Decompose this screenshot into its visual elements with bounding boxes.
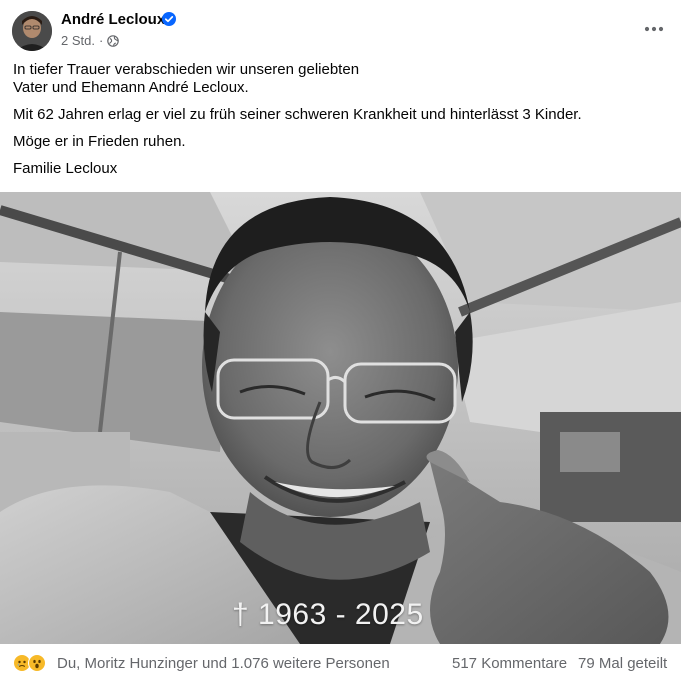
post-photo[interactable] bbox=[0, 192, 681, 644]
post-message: In tiefer Trauer verabschieden wir unser… bbox=[13, 61, 668, 187]
post-paragraph-1: In tiefer Trauer verabschieden wir unser… bbox=[13, 61, 360, 96]
verified-badge-icon bbox=[162, 12, 176, 26]
post-footer: Du, Moritz Hunzinger und 1.076 weitere P… bbox=[0, 644, 681, 680]
post-paragraph-3: Möge er in Frieden ruhen. bbox=[13, 133, 186, 150]
wow-reaction-icon bbox=[28, 654, 46, 672]
post-card: André Lecloux 2 Std. · In tiefer Trauer … bbox=[0, 0, 681, 680]
post-meta: 2 Std. · bbox=[61, 33, 120, 48]
portrait-photo bbox=[0, 192, 681, 644]
post-paragraph-4: Familie Lecloux bbox=[13, 160, 118, 177]
reaction-summary[interactable]: Du, Moritz Hunzinger und 1.076 weitere P… bbox=[57, 655, 390, 672]
globe-icon[interactable] bbox=[107, 34, 120, 47]
reaction-icons[interactable] bbox=[13, 654, 46, 672]
author-avatar[interactable] bbox=[12, 11, 52, 51]
shares-count-link[interactable]: 79 Mal geteilt bbox=[578, 655, 667, 672]
post-header: André Lecloux 2 Std. · bbox=[0, 0, 681, 58]
author-name[interactable]: André Lecloux bbox=[61, 11, 165, 28]
more-horizontal-icon bbox=[644, 26, 664, 32]
photo-caption: † 1963 - 2025 bbox=[232, 598, 424, 631]
post-paragraph-2: Mit 62 Jahren erlag er viel zu früh sein… bbox=[13, 106, 582, 123]
comments-count-link[interactable]: 517 Kommentare bbox=[452, 655, 567, 672]
post-timestamp[interactable]: 2 Std. bbox=[61, 33, 95, 48]
more-options-button[interactable] bbox=[639, 14, 669, 44]
meta-separator: · bbox=[98, 33, 104, 48]
